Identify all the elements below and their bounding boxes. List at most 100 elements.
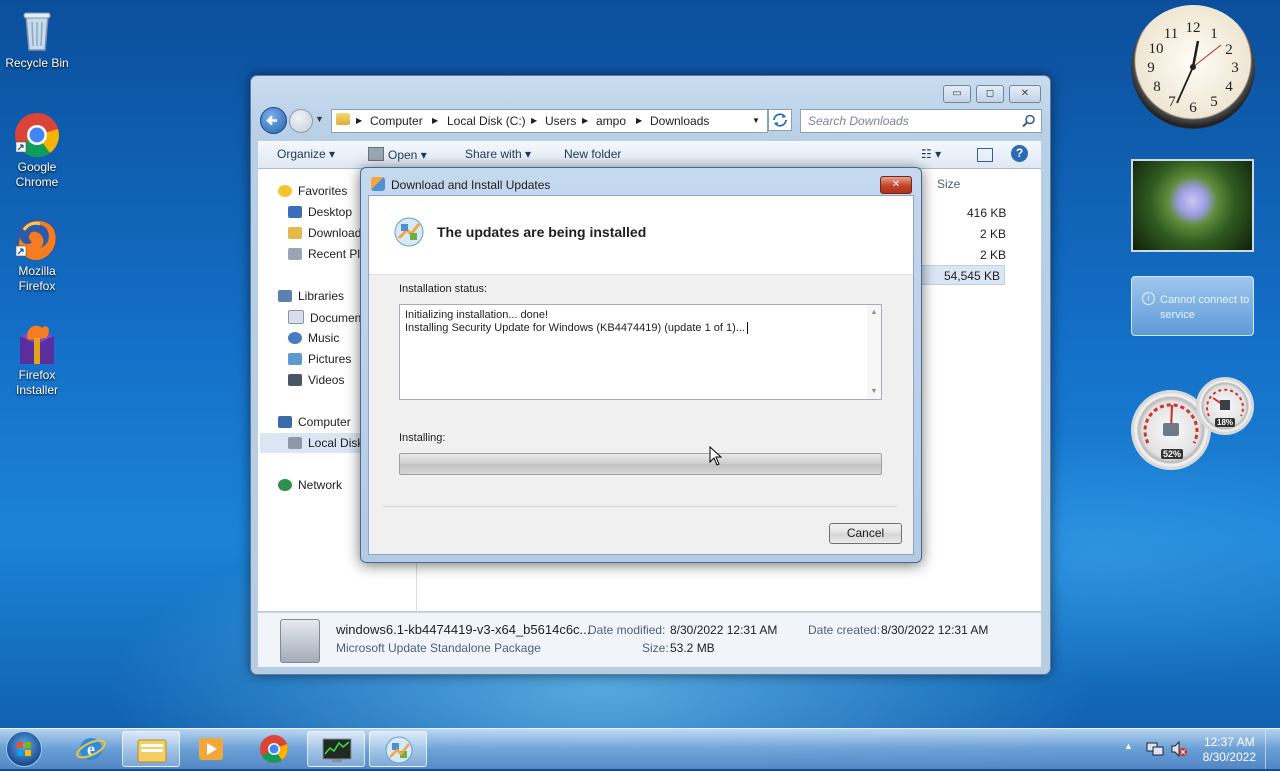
details-filename: windows6.1-kb4474419-v3-x64_b5614c6c... <box>336 622 591 637</box>
selected-file-row[interactable]: 54,545 KB <box>917 265 1005 285</box>
clock-hands <box>1176 40 1222 104</box>
chevron-right-icon: ▶ <box>636 116 643 125</box>
breadcrumb-item[interactable]: Local Disk (C:) <box>447 114 526 128</box>
file-size: 2 KB <box>980 227 1007 241</box>
dialog-close-button[interactable]: ✕ <box>880 176 912 194</box>
weather-message: Cannot connect to service <box>1160 294 1250 321</box>
installation-status-box[interactable]: Initializing installation... done! Insta… <box>399 304 882 400</box>
breadcrumb-item[interactable]: Computer <box>370 114 423 128</box>
details-size-value: 53.2 MB <box>670 641 715 655</box>
search-icon <box>1022 114 1035 128</box>
network-icon <box>278 479 292 491</box>
nav-videos[interactable]: Videos <box>288 373 344 387</box>
clock-gadget[interactable]: 12 1 2 3 4 5 6 7 8 9 10 11 <box>1131 5 1255 129</box>
show-desktop-button[interactable] <box>1265 729 1280 769</box>
maximize-button[interactable]: ◻ <box>976 85 1004 103</box>
chevron-right-icon: ▶ <box>531 116 538 125</box>
mouse-cursor <box>709 446 723 466</box>
weather-gadget[interactable]: i Cannot connect to service <box>1131 276 1254 336</box>
breadcrumb-item[interactable]: Users <box>545 114 576 128</box>
address-bar[interactable]: ▶ Computer ▶ Local Disk (C:) ▶ Users ▶ a… <box>331 109 768 133</box>
breadcrumb-item[interactable]: Downloads <box>650 114 709 128</box>
package-icon <box>280 619 320 663</box>
nav-pictures[interactable]: Pictures <box>288 352 351 366</box>
new-folder-button[interactable]: New folder <box>564 147 621 161</box>
taskbar-media-player[interactable] <box>182 731 240 767</box>
close-button[interactable]: ✕ <box>1009 85 1041 103</box>
nav-documents[interactable]: Documents <box>288 310 361 325</box>
forward-button[interactable] <box>289 109 313 133</box>
nav-downloads[interactable]: Downloads <box>288 226 361 240</box>
install-progress-bar <box>399 453 882 475</box>
chevron-right-icon: ▶ <box>432 116 439 125</box>
chevron-right-icon: ▶ <box>356 116 363 125</box>
status-scrollbar[interactable]: ▲ ▼ <box>867 305 881 399</box>
refresh-button[interactable] <box>768 109 792 131</box>
details-pane: windows6.1-kb4474419-v3-x64_b5614c6c... … <box>258 612 1041 667</box>
command-bar: Organize ▾ Open ▾ Share with ▾ New folde… <box>258 141 1041 169</box>
nav-computer[interactable]: Computer <box>278 415 351 429</box>
nav-music[interactable]: Music <box>288 331 339 345</box>
minimize-button[interactable]: ▭ <box>943 85 971 103</box>
scroll-up-arrow[interactable]: ▲ <box>867 309 881 316</box>
desktop-icon <box>288 206 302 218</box>
address-dropdown[interactable]: ▼ <box>752 116 760 125</box>
column-header-size[interactable]: Size <box>937 177 960 191</box>
share-with-button[interactable]: Share with ▾ <box>465 147 531 161</box>
breadcrumb-item[interactable]: ampo <box>596 114 626 128</box>
open-button[interactable]: Open ▾ <box>368 147 427 162</box>
memory-percent: 18% <box>1215 418 1236 427</box>
status-line: Initializing installation... done! <box>405 309 549 321</box>
chrome-icon <box>14 112 60 158</box>
desktop-icon-chrome[interactable]: Google Chrome <box>2 112 72 190</box>
desktop-icon-firefox[interactable]: Mozilla Firefox <box>2 216 72 294</box>
explorer-icon <box>137 739 167 763</box>
taskbar-windows-update[interactable] <box>369 731 427 767</box>
file-size: 54,545 KB <box>943 269 1000 283</box>
taskbar-chrome[interactable] <box>245 731 303 767</box>
nav-favorites[interactable]: Favorites <box>278 184 347 198</box>
clock-date: 8/30/2022 <box>1202 750 1256 764</box>
network-status-icon[interactable] <box>1146 741 1164 757</box>
desktop-icon-recycle-bin[interactable]: Recycle Bin <box>2 8 72 71</box>
recycle-bin-icon <box>14 8 60 54</box>
firefox-installer-icon <box>14 320 60 366</box>
dialog-separator <box>383 506 897 507</box>
scroll-down-arrow[interactable]: ▼ <box>867 388 881 395</box>
slideshow-gadget[interactable] <box>1131 159 1254 252</box>
details-created-value: 8/30/2022 12:31 AM <box>881 623 989 637</box>
preview-pane-button[interactable] <box>977 148 993 162</box>
file-size: 416 KB <box>967 206 1007 220</box>
taskbar-task-manager[interactable] <box>307 731 365 767</box>
show-hidden-icons-button[interactable]: ▲ <box>1124 741 1133 751</box>
details-modified-value: 8/30/2022 12:31 AM <box>670 623 778 637</box>
back-button[interactable] <box>260 107 287 134</box>
dialog-body: The updates are being installed Installa… <box>368 195 914 555</box>
package-icon <box>368 147 384 161</box>
windows-update-icon <box>385 736 413 764</box>
downloads-folder-icon <box>288 227 302 239</box>
help-button[interactable]: ? <box>1011 145 1028 162</box>
search-placeholder: Search Downloads <box>808 114 909 128</box>
search-input[interactable]: Search Downloads <box>800 109 1042 133</box>
memory-meter-gadget[interactable]: 18% <box>1196 377 1254 435</box>
desktop-icon-firefox-installer[interactable]: Firefox Installer <box>2 320 72 398</box>
nav-network[interactable]: Network <box>278 478 342 492</box>
start-button[interactable] <box>6 731 42 767</box>
nav-local-disk[interactable]: Local Disk (C:) <box>260 433 362 453</box>
nav-recent-places[interactable]: Recent Places <box>288 247 360 261</box>
details-size-label: Size: <box>642 641 669 655</box>
cancel-button[interactable]: Cancel <box>829 523 902 544</box>
volume-muted-icon[interactable] <box>1170 741 1188 757</box>
system-clock[interactable]: 12:37 AM 8/30/2022 <box>1203 735 1256 765</box>
change-view-button[interactable]: ☷ ▾ <box>921 147 941 161</box>
task-manager-icon <box>322 738 352 762</box>
taskbar-internet-explorer[interactable]: e <box>62 731 120 767</box>
media-player-icon <box>199 738 223 760</box>
taskbar-windows-explorer[interactable] <box>122 731 180 767</box>
windows-update-icon <box>371 177 385 191</box>
windows-update-icon <box>394 217 424 247</box>
recent-pages-dropdown[interactable]: ▼ <box>315 114 324 124</box>
organize-button[interactable]: Organize ▾ <box>277 147 335 161</box>
nav-libraries[interactable]: Libraries <box>278 289 344 303</box>
